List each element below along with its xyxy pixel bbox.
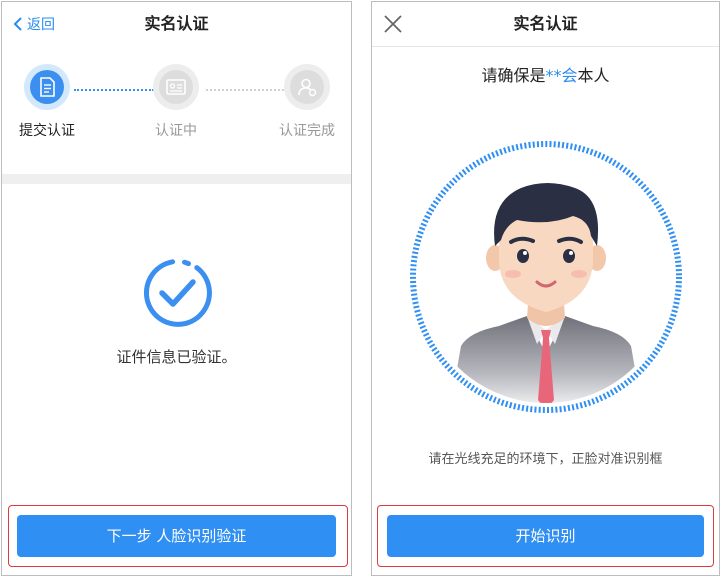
avatar: [449, 183, 643, 403]
face-frame: [409, 140, 683, 414]
submit-verification-screen: 返回 实名认证 提交认证 认证中 认证完成 证件信息已验证。 下一步 人脸识别验…: [1, 1, 352, 576]
face-recognition-screen: 实名认证 请确保是**会本人 请在光线充足的环境下，正脸对准识别框 开始识别: [371, 1, 720, 576]
next-face-verification-button[interactable]: 下一步 人脸识别验证: [17, 515, 336, 557]
confirm-identity-text: 请确保是**会本人: [372, 62, 719, 86]
lighting-hint-text: 请在光线充足的环境下，正脸对准识别框: [428, 452, 663, 467]
step-complete-label: 认证完成: [279, 123, 335, 139]
nav-bar: 实名认证: [372, 2, 719, 47]
document-icon: [40, 77, 55, 97]
section-divider: [2, 174, 351, 184]
status-text: 证件信息已验证。: [116, 348, 237, 366]
step-verifying-label: 认证中: [155, 123, 197, 139]
confirm-suffix: 本人: [577, 66, 610, 85]
masked-name: **会: [545, 66, 578, 85]
step-complete-circle: [284, 64, 330, 110]
page-title: 实名认证: [513, 14, 578, 33]
step-submit: 提交认证: [7, 64, 87, 140]
id-card-icon: [166, 79, 186, 95]
nav-bar: 返回 实名认证: [2, 2, 351, 47]
step-complete: 认证完成: [267, 64, 347, 140]
confirm-prefix: 请确保是: [481, 66, 546, 85]
user-check-icon: [298, 78, 317, 97]
step-submit-circle: [24, 64, 70, 110]
progress-steps: 提交认证 认证中 认证完成: [2, 46, 351, 174]
verified-check-icon: [140, 256, 214, 330]
start-recognition-button[interactable]: 开始识别: [387, 515, 704, 557]
page-title: 实名认证: [144, 14, 209, 33]
step-verifying-circle: [153, 64, 199, 110]
step-submit-label: 提交认证: [19, 123, 75, 139]
step-verifying: 认证中: [136, 64, 216, 140]
